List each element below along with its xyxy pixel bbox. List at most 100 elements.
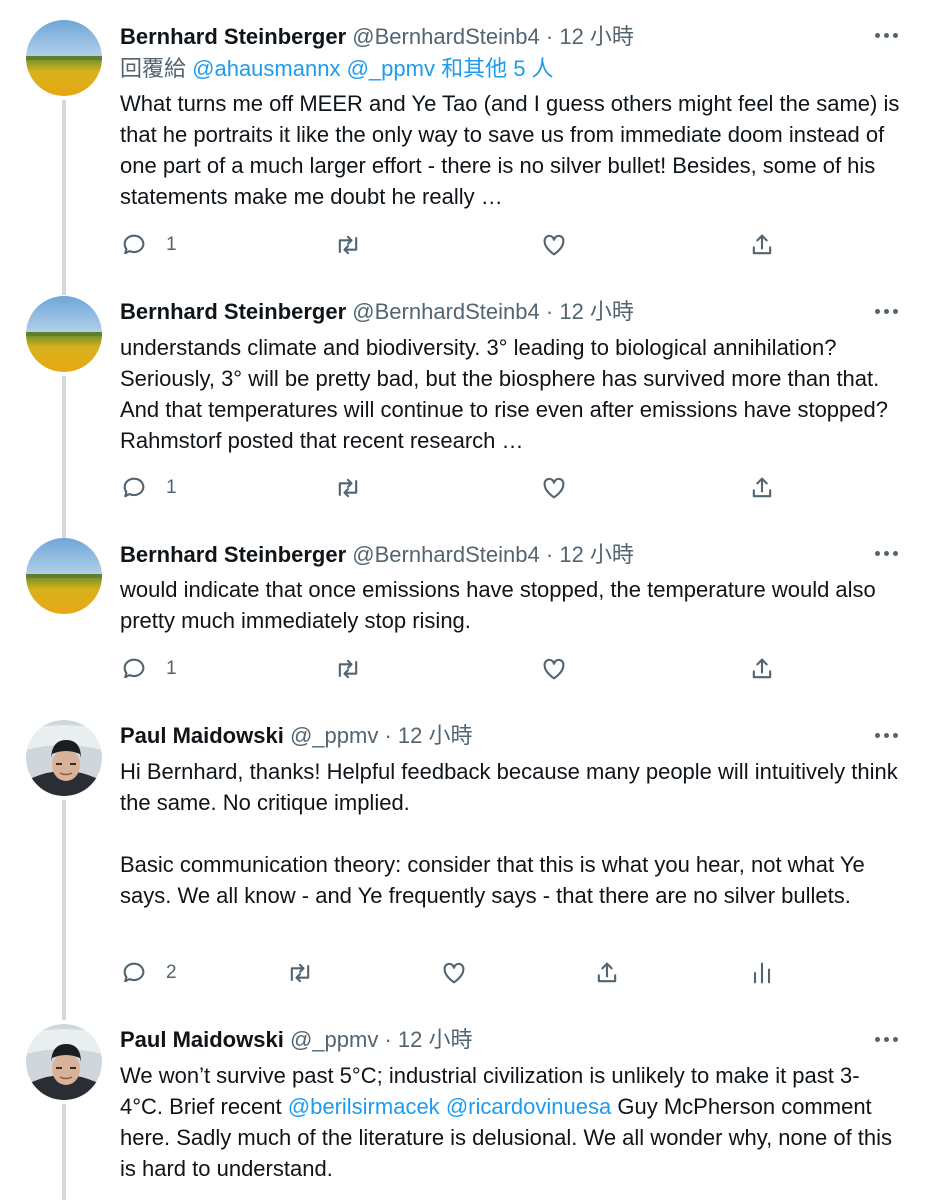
reply-button[interactable]: 1 [120,230,177,260]
tweet-2[interactable]: Bernhard Steinberger @BernhardSteinb4 · … [0,296,927,540]
share-icon [752,477,772,498]
like-button[interactable] [540,473,568,503]
separator: · [545,542,554,567]
timestamp[interactable]: 12 小時 [398,1027,473,1052]
timestamp[interactable]: 12 小時 [559,542,634,567]
retweet-icon [338,235,358,255]
reply-to-line: 回覆給 @ahausmannx @_ppmv 和其他 5 人 [120,54,554,84]
heart-icon [543,658,565,680]
share-button[interactable] [748,230,776,260]
avatar[interactable] [26,296,102,372]
tweet-text: We won’t survive past 5°C; industrial ci… [120,1060,900,1184]
more-icon[interactable] [875,730,899,740]
others-link[interactable]: 和其他 5 人 [441,56,553,81]
tweet-text: What turns me off MEER and Ye Tao (and I… [120,88,900,212]
share-icon [752,658,772,679]
action-bar: 1 [120,230,810,260]
heart-icon [543,234,565,256]
author-handle[interactable]: @BernhardSteinb4 [352,542,539,567]
retweet-icon [338,478,358,498]
tweet-1[interactable]: Bernhard Steinberger @BernhardSteinb4 · … [0,20,927,295]
share-button[interactable] [593,958,621,988]
share-button[interactable] [748,473,776,503]
tweet-5[interactable]: Paul Maidowski @_ppmv · 12 小時 We won’t s… [0,1024,927,1200]
reply-icon [123,234,145,255]
tweet-text: Hi Bernhard, thanks! Helpful feedback be… [120,756,900,911]
separator: · [545,24,554,49]
retweet-icon [338,659,358,679]
more-icon[interactable] [875,30,899,40]
mention-link[interactable]: @berilsirmacek [288,1094,440,1119]
reply-to-label: 回覆給 [120,56,187,81]
action-bar: 1 [120,473,810,503]
reply-count: 1 [166,234,177,255]
more-icon[interactable] [875,306,899,316]
retweet-button[interactable] [334,230,362,260]
author-name[interactable]: Paul Maidowski [120,1027,284,1052]
author-handle[interactable]: @BernhardSteinb4 [352,299,539,324]
tweet-paragraph: Basic communication theory: consider tha… [120,852,865,908]
mention-link[interactable]: @_ppmv [347,56,435,81]
tweet-paragraph: understands climate and biodiversity. 3°… [120,335,888,453]
avatar[interactable] [26,538,102,614]
tweet-4[interactable]: Paul Maidowski @_ppmv · 12 小時 Hi Bernhar… [0,720,927,1020]
avatar[interactable] [26,20,102,96]
author-handle[interactable]: @_ppmv [290,1027,378,1052]
avatar[interactable] [26,1024,102,1100]
tweet-text: would indicate that once emissions have … [120,574,900,636]
mention-link[interactable]: @ahausmannx [192,56,340,81]
tweet-header: Paul Maidowski @_ppmv · 12 小時 [120,1025,473,1055]
like-button[interactable] [440,958,468,988]
share-button[interactable] [748,654,776,684]
retweet-button[interactable] [286,958,314,988]
tweet-3[interactable]: Bernhard Steinberger @BernhardSteinb4 · … [0,538,927,720]
thread-line [62,1104,66,1200]
action-bar: 2 [120,958,810,988]
timestamp[interactable]: 12 小時 [398,723,473,748]
share-icon [597,962,617,983]
author-name[interactable]: Bernhard Steinberger [120,542,346,567]
tweet-header: Paul Maidowski @_ppmv · 12 小時 [120,721,473,751]
reply-button[interactable]: 2 [120,958,177,988]
like-button[interactable] [540,230,568,260]
avatar[interactable] [26,720,102,796]
separator: · [384,1027,392,1052]
reply-icon [123,658,145,679]
analytics-button[interactable] [748,958,776,988]
reply-count: 2 [166,962,177,983]
heart-icon [443,962,465,984]
reply-count: 1 [166,658,177,679]
tweet-header: Bernhard Steinberger @BernhardSteinb4 · … [120,22,634,52]
timestamp[interactable]: 12 小時 [559,24,634,49]
timestamp[interactable]: 12 小時 [559,299,634,324]
author-name[interactable]: Paul Maidowski [120,723,284,748]
thread-line [62,376,66,540]
tweet-header: Bernhard Steinberger @BernhardSteinb4 · … [120,297,634,327]
tweet-text: understands climate and biodiversity. 3°… [120,332,900,456]
mention-link[interactable]: @ricardovinuesa [446,1094,611,1119]
reply-button[interactable]: 1 [120,654,177,684]
tweet-header: Bernhard Steinberger @BernhardSteinb4 · … [120,540,634,570]
tweet-paragraph: What turns me off MEER and Ye Tao (and I… [120,91,900,209]
reply-icon [123,962,145,983]
analytics-icon [753,962,771,984]
thread-line [62,800,66,1020]
retweet-icon [290,963,310,983]
share-icon [752,234,772,255]
tweet-paragraph: Hi Bernhard, thanks! Helpful feedback be… [120,759,898,815]
author-name[interactable]: Bernhard Steinberger [120,24,346,49]
retweet-button[interactable] [334,654,362,684]
author-handle[interactable]: @BernhardSteinb4 [352,24,539,49]
tweet-paragraph: We won’t survive past 5°C; industrial ci… [120,1060,900,1184]
author-name[interactable]: Bernhard Steinberger [120,299,346,324]
retweet-button[interactable] [334,473,362,503]
like-button[interactable] [540,654,568,684]
more-icon[interactable] [875,548,899,558]
author-handle[interactable]: @_ppmv [290,723,378,748]
heart-icon [543,477,565,499]
action-bar: 1 [120,654,810,684]
reply-button[interactable]: 1 [120,473,177,503]
thread-line [62,100,66,295]
separator: · [384,723,392,748]
more-icon[interactable] [875,1034,899,1044]
